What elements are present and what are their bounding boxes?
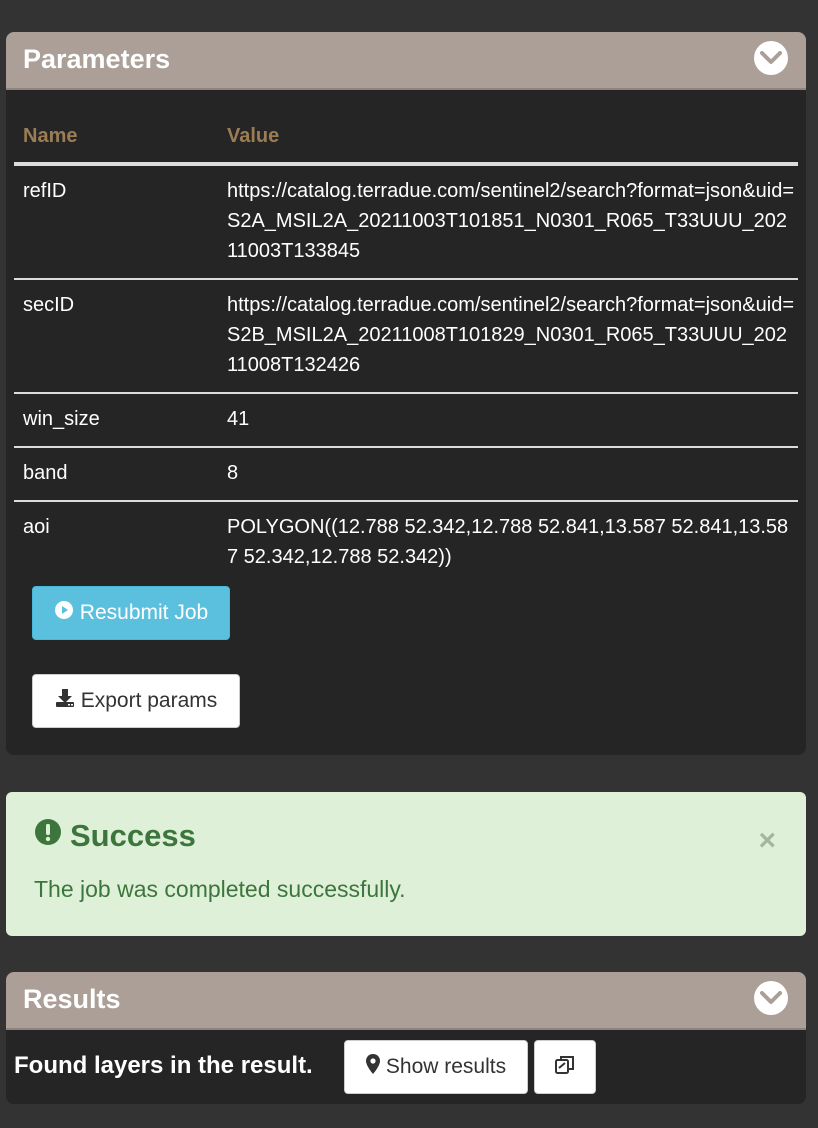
table-row: aoi POLYGON((12.788 52.342,12.788 52.841… bbox=[14, 501, 798, 584]
play-circle-icon bbox=[54, 600, 74, 626]
parameters-title: Parameters bbox=[23, 44, 171, 74]
chevron-down-circle-icon[interactable] bbox=[754, 41, 788, 75]
parameters-table: Name Value refID https://catalog.terradu… bbox=[14, 110, 798, 584]
alert-title-text: Success bbox=[70, 818, 196, 853]
map-marker-icon bbox=[365, 1054, 380, 1080]
resubmit-job-label: Resubmit Job bbox=[79, 601, 209, 624]
resubmit-job-button[interactable]: Resubmit Job bbox=[32, 586, 230, 640]
copy-button[interactable] bbox=[534, 1040, 596, 1094]
param-name: aoi bbox=[23, 516, 50, 538]
column-header-value: Value bbox=[218, 110, 798, 166]
results-text: Found layers in the result. bbox=[14, 1052, 313, 1079]
column-header-name: Name bbox=[14, 110, 218, 166]
param-name: win_size bbox=[14, 393, 218, 448]
close-icon[interactable]: × bbox=[758, 826, 776, 856]
param-name: secID bbox=[14, 279, 218, 394]
parameters-header[interactable]: Parameters bbox=[6, 32, 806, 90]
chevron-down-circle-icon[interactable] bbox=[754, 981, 788, 1015]
results-title: Results bbox=[23, 984, 121, 1014]
parameters-panel: Parameters Name Value refID https://cata… bbox=[6, 32, 806, 755]
show-results-label: Show results bbox=[385, 1055, 507, 1078]
alert-title: Success bbox=[34, 818, 196, 854]
param-value: https://catalog.terradue.com/sentinel2/s… bbox=[218, 279, 798, 394]
param-value: POLYGON((12.788 52.342,12.788 52.841,13.… bbox=[227, 516, 789, 568]
download-icon bbox=[55, 688, 75, 714]
param-value: https://catalog.terradue.com/sentinel2/s… bbox=[218, 164, 798, 280]
results-panel: Results Found layers in the result. Show… bbox=[6, 972, 806, 1104]
copy-icon bbox=[553, 1053, 577, 1082]
alert-message: The job was completed successfully. bbox=[34, 876, 406, 902]
table-row: win_size 41 bbox=[14, 393, 798, 448]
show-results-button[interactable]: Show results bbox=[344, 1040, 528, 1094]
param-value: 41 bbox=[218, 393, 798, 448]
param-value: 8 bbox=[218, 447, 798, 502]
table-row: band 8 bbox=[14, 447, 798, 502]
table-row: refID https://catalog.terradue.com/senti… bbox=[14, 164, 798, 280]
table-row: secID https://catalog.terradue.com/senti… bbox=[14, 279, 798, 394]
success-alert: Success The job was completed successful… bbox=[6, 792, 806, 936]
export-params-button[interactable]: Export params bbox=[32, 674, 240, 728]
param-name: refID bbox=[14, 164, 218, 280]
exclamation-circle-icon bbox=[34, 818, 62, 854]
export-params-label: Export params bbox=[80, 689, 218, 712]
results-header[interactable]: Results bbox=[6, 972, 806, 1030]
param-name: band bbox=[14, 447, 218, 502]
